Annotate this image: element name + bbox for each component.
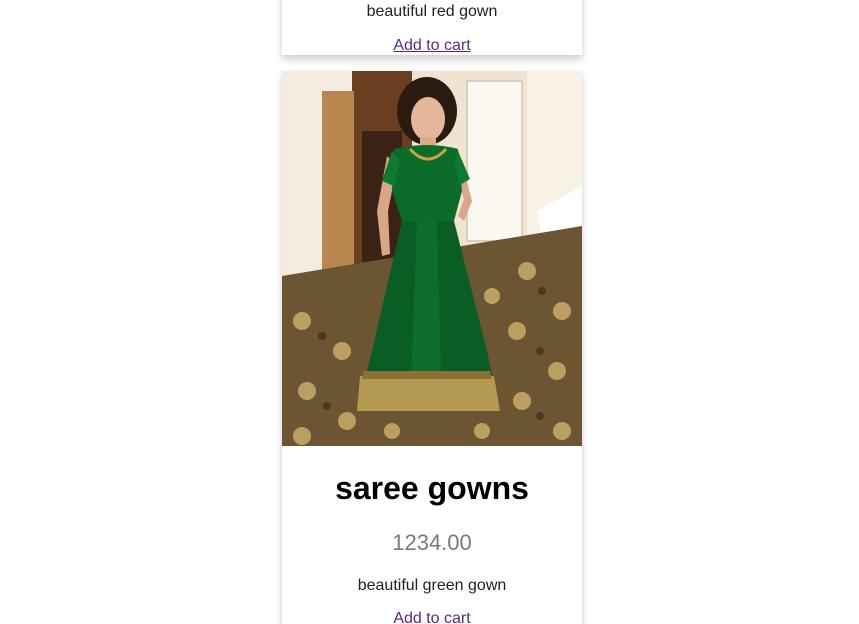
product-listing-page: beautiful red gown Add to cart saree gow… xyxy=(0,0,859,624)
add-to-cart-link[interactable]: Add to cart xyxy=(393,37,470,54)
product-photo-green-gown xyxy=(282,71,582,446)
cart-link-wrapper: Add to cart xyxy=(282,37,582,55)
product-card-red-gown: beautiful red gown Add to cart xyxy=(282,0,582,55)
product-price: 1234.00 xyxy=(392,530,472,555)
product-description: beautiful green gown xyxy=(357,577,507,594)
product-image xyxy=(282,71,582,446)
cart-link-wrapper: Add to cart xyxy=(282,610,582,624)
add-to-cart-link[interactable]: Add to cart xyxy=(393,610,470,624)
product-card-green-gown: saree gowns 1234.00 beautiful green gown… xyxy=(282,71,582,624)
product-description: beautiful red gown xyxy=(366,3,498,20)
product-title: saree gowns xyxy=(335,470,529,506)
